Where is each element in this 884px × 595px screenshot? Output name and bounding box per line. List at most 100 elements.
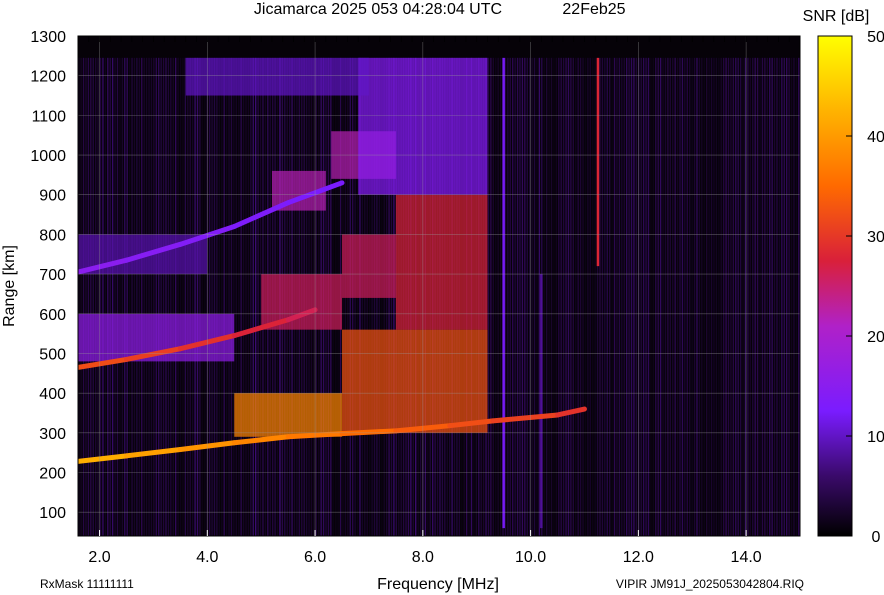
noise-stripe <box>225 57 228 536</box>
y-tick-label: 1200 <box>30 69 66 86</box>
noise-stripe <box>672 57 674 536</box>
noise-stripe <box>764 57 766 536</box>
noise-stripe <box>242 57 245 536</box>
noise-stripe <box>756 57 759 536</box>
noise-stripe <box>531 57 533 536</box>
noise-stripe <box>499 57 502 536</box>
y-tick-label: 100 <box>39 505 66 522</box>
noise-stripe <box>548 57 550 536</box>
noise-stripe <box>228 57 230 536</box>
x-tick-label: 2.0 <box>88 549 110 566</box>
noise-stripe <box>720 57 722 536</box>
noise-stripe <box>725 57 727 536</box>
noise-stripe <box>587 57 589 536</box>
noise-stripe <box>170 57 172 536</box>
noise-stripe <box>102 57 104 536</box>
noise-stripe <box>235 57 238 536</box>
noise-stripe <box>150 57 153 536</box>
noise-stripe <box>669 57 672 536</box>
rxmask-label: RxMask 11111111 <box>40 577 134 591</box>
noise-stripe <box>732 57 735 536</box>
y-axis-ticks: 100 200 300 400 500 600 700 800 900 1000 1100 1200 1… <box>30 29 66 522</box>
noise-stripe <box>785 57 788 536</box>
noise-stripe <box>608 57 611 536</box>
noise-stripe <box>718 57 720 536</box>
noise-stripe <box>133 57 136 536</box>
noise-stripe <box>116 57 119 536</box>
noise-stripe <box>737 57 739 536</box>
y-tick-label: 200 <box>39 466 66 483</box>
noise-stripe <box>138 57 141 536</box>
noise-stripe <box>92 57 94 536</box>
noise-stripe <box>160 57 162 536</box>
noise-stripe <box>121 57 124 536</box>
noise-stripe <box>655 57 657 536</box>
noise-stripe <box>124 57 126 536</box>
noise-stripe <box>647 57 650 536</box>
noise-stripe <box>216 57 218 536</box>
noise-stripe <box>528 57 531 536</box>
noise-stripe <box>722 57 725 536</box>
noise-stripe <box>703 57 705 536</box>
noise-stripe <box>713 57 715 536</box>
colorbar-tick-label: 20 <box>867 329 884 346</box>
noise-stripe <box>696 57 698 536</box>
noise-stripe <box>158 57 160 536</box>
noise-stripe <box>621 57 623 536</box>
noise-stripe <box>221 57 223 536</box>
noise-stripe <box>514 57 516 536</box>
noise-stripe <box>141 57 143 536</box>
noise-stripe <box>174 57 177 536</box>
echo-region <box>261 274 343 330</box>
noise-stripe <box>645 57 647 536</box>
noise-stripe <box>628 57 630 536</box>
noise-stripe <box>155 57 157 536</box>
echo-region <box>185 57 369 96</box>
noise-stripe <box>594 57 596 536</box>
noise-stripe <box>633 57 635 536</box>
noise-stripe <box>613 57 616 536</box>
y-tick-label: 1300 <box>30 29 66 46</box>
noise-stripe <box>538 57 541 536</box>
noise-stripe <box>693 57 696 536</box>
noise-stripe <box>223 57 225 536</box>
noise-stripe <box>213 57 216 536</box>
noise-stripe <box>759 57 761 536</box>
noise-stripe <box>742 57 744 536</box>
noise-stripe <box>599 57 601 536</box>
noise-stripe <box>625 57 628 536</box>
noise-stripe <box>153 57 155 536</box>
noise-stripe <box>245 57 247 536</box>
noise-stripe <box>659 57 662 536</box>
noise-stripe <box>543 57 545 536</box>
noise-stripe <box>99 57 102 536</box>
colorbar-tick-label: 10 <box>867 429 884 446</box>
noise-stripe <box>492 57 495 536</box>
noise-stripe <box>618 57 621 536</box>
noise-stripe <box>148 57 150 536</box>
echo-trace-1F <box>339 428 399 437</box>
noise-stripe <box>606 57 608 536</box>
noise-stripe <box>218 57 221 536</box>
noise-stripe <box>497 57 499 536</box>
noise-stripe <box>507 57 509 536</box>
noise-stripe <box>487 57 490 536</box>
noise-stripe <box>798 57 800 536</box>
noise-stripe <box>749 57 752 536</box>
noise-stripe <box>715 57 718 536</box>
noise-stripe <box>536 57 538 536</box>
noise-stripe <box>635 57 638 536</box>
noise-stripe <box>254 57 257 536</box>
noise-stripe <box>752 57 754 536</box>
noise-stripe <box>575 57 577 536</box>
x-axis-label: Frequency [MHz] <box>377 576 499 593</box>
echo-region <box>395 194 488 330</box>
noise-stripe <box>490 57 492 536</box>
noise-stripe <box>114 57 116 536</box>
date-label: 22Feb25 <box>562 1 625 18</box>
noise-stripe <box>686 57 688 536</box>
file-label: VIPIR JM91J_2025053042804.RIQ <box>616 577 804 591</box>
noise-stripe <box>790 57 793 536</box>
noise-stripe <box>766 57 768 536</box>
noise-stripe <box>191 57 194 536</box>
